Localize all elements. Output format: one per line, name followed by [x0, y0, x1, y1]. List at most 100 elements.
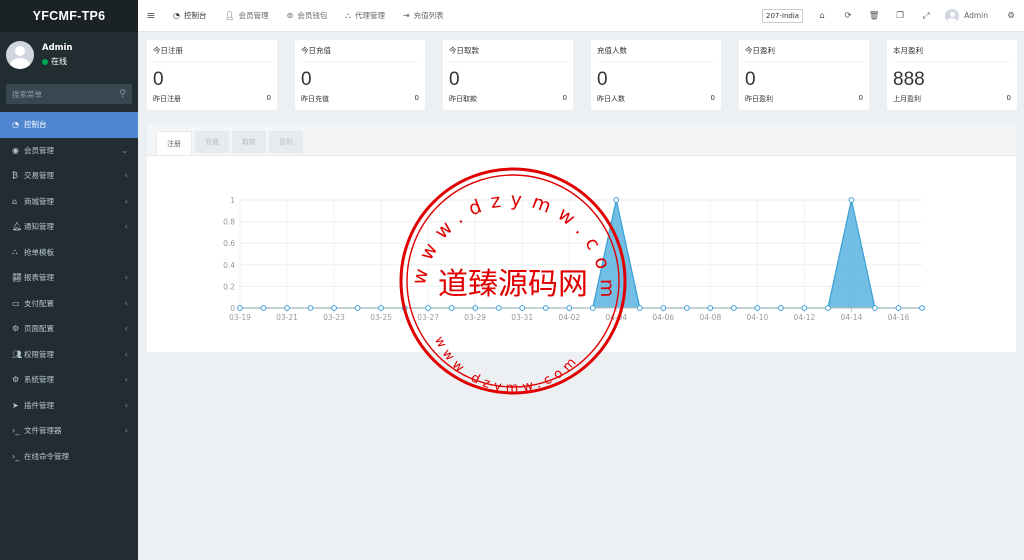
- tab-2[interactable]: ⊚ 会员钱包: [278, 0, 337, 32]
- sidebar-item-2[interactable]: ₿ 交易管理 ‹: [0, 163, 138, 189]
- data-point: [331, 305, 337, 311]
- sidebar-item-label: 交易管理: [24, 171, 54, 181]
- sidebar: YFCMF-TP6 Admin 在线 ⚲ ◔ 控制台 ◉ 会员管理 ⌄ ₿ 交易管理 ‹ ⌂ 商城…: [0, 0, 138, 560]
- card-foot-value: 0: [414, 94, 419, 102]
- sidebar-item-13[interactable]: ›_ 在线命令管理: [0, 444, 138, 470]
- wallet-icon: ⊚: [286, 11, 294, 20]
- data-point: [378, 305, 385, 311]
- y-tick-label: 0.2: [223, 282, 235, 291]
- stat-card: 今日注册 0 昨日注册 0: [147, 40, 277, 110]
- topbar: ≡ ◔ 控制台 👤︎ 会员管理 ⊚ 会员钱包 ⛬ 代理管理 ⇥ 充值列表 207-India ⌂ …: [138, 0, 1024, 32]
- chart-tabs: 注册 充值 取款 盈利: [147, 124, 1016, 156]
- sidebar-item-label: 在线命令管理: [24, 451, 69, 461]
- x-tick-label: 03-25: [370, 313, 392, 322]
- tab-3[interactable]: ⛬ 代理管理: [336, 0, 394, 32]
- card-title: 今日取款: [449, 45, 567, 62]
- card-value: 0: [153, 69, 164, 90]
- card-value: 0: [745, 69, 756, 90]
- chart-tab-1[interactable]: 充值: [195, 131, 229, 153]
- tab-label: 会员钱包: [297, 11, 328, 20]
- card-value: 888: [893, 69, 925, 90]
- gear-icon: ⚙: [12, 324, 20, 334]
- data-point: [707, 305, 714, 311]
- sitemap-icon: ⛬: [12, 247, 18, 257]
- sidebar-item-label: 抢单模板: [24, 247, 54, 257]
- sidebar-item-label: 权限管理: [24, 349, 54, 359]
- home-icon[interactable]: ⌂: [809, 11, 835, 21]
- card-value: 0: [301, 69, 312, 90]
- sidebar-item-1[interactable]: ◉ 会员管理 ⌄: [0, 138, 138, 164]
- sidebar-item-8[interactable]: ⚙ 页面配置 ‹: [0, 316, 138, 342]
- card-value: 0: [597, 69, 608, 90]
- bell-icon: 🔔︎: [12, 222, 23, 232]
- sidebar-item-10[interactable]: ⚙ 系统管理 ‹: [0, 367, 138, 393]
- data-point: [848, 197, 855, 203]
- bitcoin-icon: ₿: [12, 171, 18, 181]
- chart-tab-2[interactable]: 取款: [232, 131, 266, 153]
- user-name: Admin: [42, 43, 73, 53]
- top-username[interactable]: Admin: [964, 11, 988, 20]
- top-avatar[interactable]: [945, 8, 960, 23]
- sidebar-menu: ◔ 控制台 ◉ 会员管理 ⌄ ₿ 交易管理 ‹ ⌂ 商城管理 ‹ 🔔︎ 通知管理 ‹ ⛬ 抢单模板 📈︎ 报表管理…: [0, 112, 138, 469]
- data-point: [495, 305, 502, 311]
- language-badge[interactable]: 207-India: [762, 8, 804, 23]
- fullscreen-icon[interactable]: ⤢: [913, 11, 939, 21]
- menu-toggle-icon[interactable]: ≡: [138, 9, 164, 22]
- x-tick-label: 03-19: [229, 313, 251, 322]
- sidebar-item-9[interactable]: 👥︎ 权限管理 ‹: [0, 342, 138, 368]
- sitemap-icon: ⛬: [345, 10, 351, 20]
- home-icon: ⌂: [12, 196, 18, 206]
- sidebar-item-label: 报表管理: [24, 273, 54, 283]
- x-tick-label: 04-14: [841, 313, 863, 322]
- sidebar-item-label: 会员管理: [24, 145, 54, 155]
- card-foot-value: 0: [1006, 94, 1011, 102]
- sidebar-item-label: 页面配置: [24, 324, 54, 334]
- sidebar-item-0[interactable]: ◔ 控制台: [0, 112, 138, 138]
- card-title: 今日注册: [153, 45, 271, 62]
- sidebar-item-7[interactable]: ▭ 支付配置 ‹: [0, 291, 138, 317]
- y-tick-label: 1: [230, 196, 235, 205]
- sidebar-item-12[interactable]: ›_ 文件管理器 ‹: [0, 418, 138, 444]
- sidebar-item-5[interactable]: ⛬ 抢单模板: [0, 240, 138, 266]
- chart-tab-0[interactable]: 注册: [156, 131, 192, 155]
- sidebar-item-6[interactable]: 📈︎ 报表管理 ‹: [0, 265, 138, 291]
- trash-icon[interactable]: 🗑︎: [861, 11, 887, 21]
- data-point: [683, 305, 690, 311]
- tab-0[interactable]: ◔ 控制台: [164, 0, 215, 32]
- nav-tabs: ◔ 控制台 👤︎ 会员管理 ⊚ 会员钱包 ⛬ 代理管理 ⇥ 充值列表: [164, 0, 453, 32]
- copy-icon[interactable]: ❐: [887, 11, 913, 21]
- card-title: 今日充值: [301, 45, 419, 62]
- sidebar-item-4[interactable]: 🔔︎ 通知管理 ‹: [0, 214, 138, 240]
- data-point: [777, 305, 784, 311]
- tab-label: 控制台: [183, 11, 207, 20]
- card-foot-label: 昨日人数: [597, 95, 625, 103]
- refresh-icon[interactable]: ⟳: [835, 11, 861, 21]
- data-point: [589, 305, 596, 311]
- sidebar-item-3[interactable]: ⌂ 商城管理 ‹: [0, 189, 138, 215]
- data-point: [660, 305, 667, 311]
- x-tick-label: 03-31: [511, 313, 533, 322]
- chart-tab-3[interactable]: 盈利: [269, 131, 303, 153]
- data-point: [354, 305, 361, 311]
- sidebar-item-11[interactable]: ➤ 插件管理 ‹: [0, 393, 138, 419]
- chevron-icon: ‹: [124, 273, 128, 283]
- gears-icon[interactable]: ⚙: [998, 11, 1024, 21]
- x-tick-label: 03-29: [464, 313, 486, 322]
- rocket-icon: ➤: [12, 400, 19, 410]
- card-foot-label: 昨日充值: [301, 95, 329, 103]
- tab-1[interactable]: 👤︎ 会员管理: [215, 0, 277, 32]
- tab-4[interactable]: ⇥ 充值列表: [394, 0, 453, 32]
- chevron-icon: ‹: [124, 298, 128, 308]
- topbar-right: 207-India ⌂ ⟳ 🗑︎ ❐ ⤢ Admin ⚙: [762, 0, 1024, 32]
- sidebar-item-label: 商城管理: [24, 196, 54, 206]
- line-chart-icon: 📈︎: [12, 273, 23, 283]
- card-foot-label: 昨日取款: [449, 95, 477, 103]
- x-tick-label: 03-21: [276, 313, 298, 322]
- x-tick-label: 04-08: [699, 313, 721, 322]
- brand-logo[interactable]: YFCMF-TP6: [0, 0, 138, 32]
- user-icon: 👤︎: [224, 11, 235, 20]
- search-input[interactable]: [12, 89, 102, 99]
- chevron-icon: ‹: [124, 400, 128, 410]
- user-status: 在线: [42, 56, 73, 67]
- search-icon[interactable]: ⚲: [119, 89, 126, 99]
